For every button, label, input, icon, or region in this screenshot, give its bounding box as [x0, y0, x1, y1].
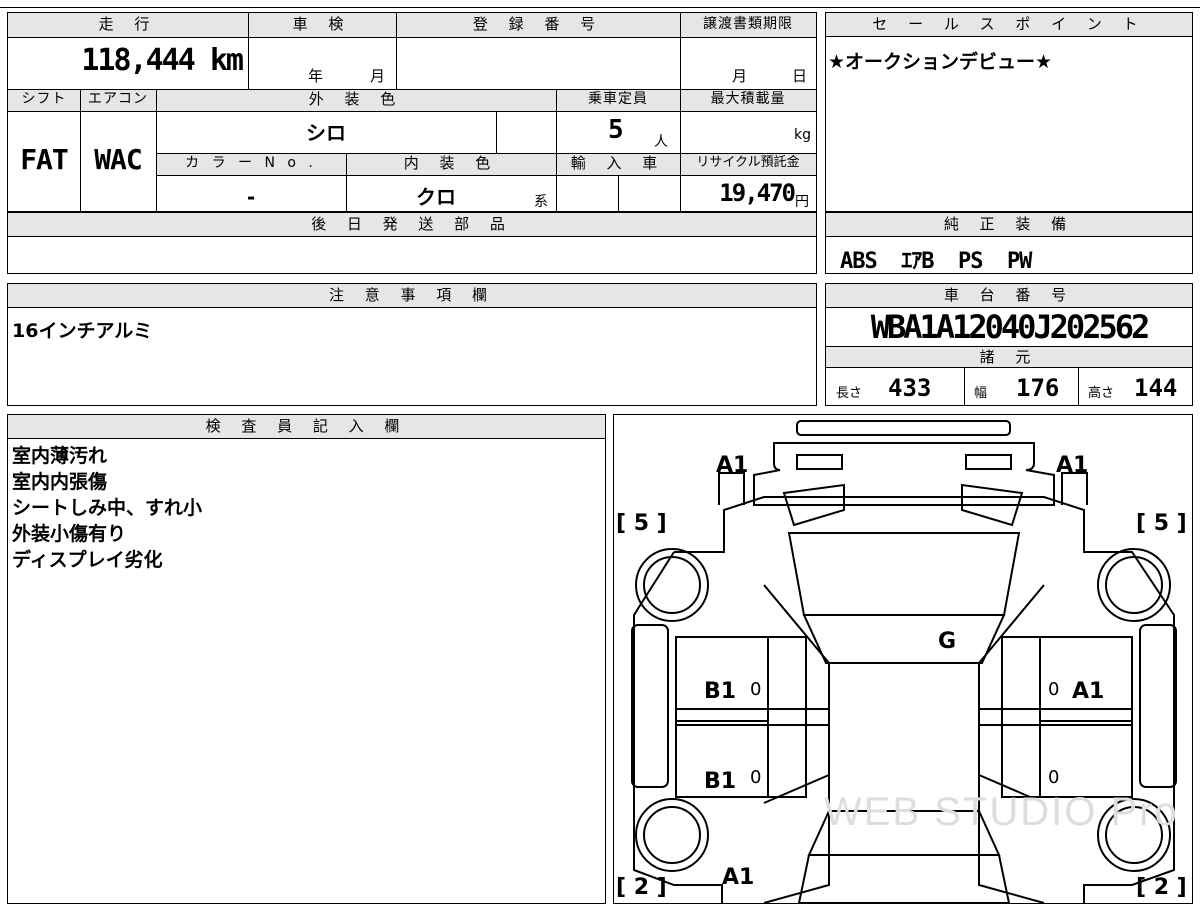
length-label: 長さ — [836, 386, 863, 401]
inspector-note: ディスプレイ劣化 — [12, 549, 163, 571]
sales-point-box: セ ー ル ス ポ イ ン ト ★オークションデビュー★ — [825, 12, 1193, 212]
mark-left-rear-door: B1 — [704, 769, 737, 794]
inspection-label: 車 検 — [248, 13, 396, 37]
inspector-note: 室内内張傷 — [12, 471, 108, 493]
exterior-value: シロ — [306, 121, 346, 145]
equipment-label: 純 正 装 備 — [826, 213, 1192, 237]
capacity-label: 乗車定員 — [556, 89, 680, 111]
notes-box: 注 意 事 項 欄 16インチアルミ — [7, 283, 817, 406]
mark-windshield: G — [938, 629, 957, 654]
mark-front-right: A1 — [1056, 453, 1089, 478]
inspector-label: 検 査 員 記 入 欄 — [8, 415, 605, 439]
mark-zero-rf: 0 — [1048, 679, 1060, 700]
tire-rear-left: [ 2 ] — [616, 875, 667, 900]
height-value: 144 — [1134, 374, 1178, 402]
chassis-value: WBA1A12040J202562 — [870, 308, 1151, 346]
capacity-value: 5 — [608, 115, 624, 145]
later-parts-label: 後 日 発 送 部 品 — [8, 213, 816, 237]
exterior-label: 外 装 色 — [156, 89, 556, 111]
tire-front-left: [ 5 ] — [616, 511, 667, 536]
inspector-box: 検 査 員 記 入 欄 室内薄汚れ 室内内張傷 シートしみ中、すれ小 外装小傷有… — [7, 414, 606, 904]
later-parts-box: 後 日 発 送 部 品 — [7, 212, 817, 274]
notes-label: 注 意 事 項 欄 — [8, 284, 816, 308]
chassis-box: 車 台 番 号 WBA1A12040J202562 諸 元 長さ 433 幅 1… — [825, 283, 1193, 406]
sales-point-value: ★オークションデビュー★ — [828, 51, 1053, 73]
chassis-label: 車 台 番 号 — [826, 284, 1192, 308]
transfer-label: 譲渡書類期限 — [680, 13, 816, 37]
watermark: WEB STUDIO Pro — [824, 790, 1179, 834]
inspection-year: 年 — [308, 67, 324, 85]
mark-rear-bumper: A1 — [722, 865, 755, 890]
recycle-unit: 円 — [795, 194, 809, 210]
shift-label: シフト — [8, 89, 80, 111]
equipment-box: 純 正 装 備 ABS ｴｱB PS PW — [825, 212, 1193, 274]
length-value: 433 — [888, 374, 932, 402]
tire-rear-right: [ 2 ] — [1136, 875, 1187, 900]
car-diagram-box: WEB STUDIO Pro A1 A1 [ 5 ] [ 5 ] G B1 0 … — [613, 414, 1193, 904]
interior-value: クロ — [416, 185, 456, 209]
aircon-label: エアコン — [80, 89, 156, 111]
spec-label: 諸 元 — [826, 346, 1192, 368]
mark-front-left: A1 — [716, 453, 749, 478]
mileage-value: 118,444 km — [81, 43, 244, 78]
equipment-value: ABS ｴｱB PS PW — [840, 249, 1032, 274]
interior-label: 内 装 色 — [346, 153, 556, 175]
mark-zero-lf: 0 — [750, 679, 762, 700]
width-value: 176 — [1016, 374, 1060, 402]
inspector-note: 室内薄汚れ — [12, 445, 108, 467]
transfer-day: 日 — [792, 67, 808, 85]
top-partial-strip — [0, 0, 1200, 8]
recycle-value: 19,470 — [719, 179, 796, 207]
maxload-unit: kg — [794, 127, 811, 143]
inspector-note: シートしみ中、すれ小 — [12, 497, 203, 519]
import-label: 輸 入 車 — [556, 153, 680, 175]
aircon-value: WAC — [94, 143, 143, 176]
inspector-note: 外装小傷有り — [12, 523, 127, 545]
tire-front-right: [ 5 ] — [1136, 511, 1187, 536]
mark-left-front-door: B1 — [704, 679, 737, 704]
height-label: 高さ — [1088, 386, 1115, 401]
color-no-value: - — [246, 185, 256, 209]
inspection-month: 月 — [370, 67, 386, 85]
color-no-label: カ ラ ー N o . — [156, 153, 346, 175]
mark-zero-lr: 0 — [750, 767, 762, 788]
mark-zero-rr: 0 — [1048, 767, 1060, 788]
interior-suffix: 系 — [534, 194, 548, 210]
sales-point-label: セ ー ル ス ポ イ ン ト — [826, 13, 1192, 37]
mileage-label: 走 行 — [8, 13, 248, 37]
maxload-label: 最大積載量 — [680, 89, 816, 111]
inspector-notes: 室内薄汚れ 室内内張傷 シートしみ中、すれ小 外装小傷有り ディスプレイ劣化 — [12, 443, 202, 573]
recycle-label: リサイクル預託金 — [680, 153, 816, 175]
registration-label: 登 録 番 号 — [396, 13, 680, 37]
transfer-month: 月 — [732, 67, 748, 85]
shift-value: FAT — [20, 143, 69, 176]
vehicle-info-table: 走 行 車 検 登 録 番 号 譲渡書類期限 118,444 km 年 月 月 … — [7, 12, 817, 212]
width-label: 幅 — [974, 386, 988, 401]
notes-value: 16インチアルミ — [12, 320, 153, 342]
mark-right-front-door: A1 — [1072, 679, 1105, 704]
capacity-unit: 人 — [654, 134, 668, 150]
